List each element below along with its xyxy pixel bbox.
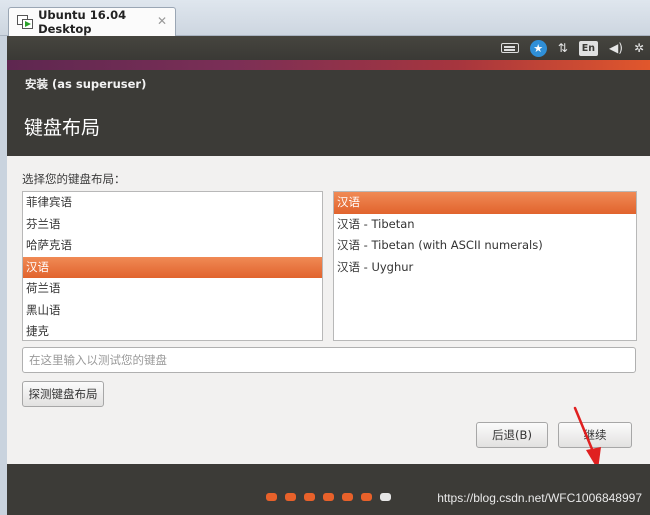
host-tab-title: Ubuntu 16.04 Desktop: [38, 8, 127, 36]
variant-list-item[interactable]: 汉语: [334, 192, 636, 214]
detect-keyboard-layout-button[interactable]: 探测键盘布局: [22, 381, 104, 407]
accessibility-icon[interactable]: ★: [529, 39, 547, 57]
keyboard-layout-prompt: 选择您的键盘布局：: [22, 172, 126, 186]
vm-screen: ★ ⇅ En ◀) ✲ 安装 (as superuser) 键盘布局 选择您的键…: [7, 36, 650, 515]
close-icon[interactable]: ✕: [157, 14, 167, 28]
host-tab-ubuntu[interactable]: Ubuntu 16.04 Desktop ✕: [8, 7, 176, 36]
layout-list-item[interactable]: 汉语: [23, 256, 322, 278]
network-icon[interactable]: ⇅: [558, 39, 568, 57]
watermark-url: https://blog.csdn.net/WFC1006848997: [437, 491, 642, 505]
window-title: 安装 (as superuser): [25, 77, 147, 91]
installer-content: 选择您的键盘布局： 菲律宾语 芬兰语 哈萨克语 汉语 荷兰语 黑山语 捷克 汉语 汉语 - T…: [7, 156, 650, 470]
host-tab-bar: Ubuntu 16.04 Desktop ✕: [0, 0, 650, 36]
variant-list-item[interactable]: 汉语 - Tibetan (with ASCII numerals): [334, 235, 636, 257]
progress-dot: [285, 493, 296, 501]
page-title: 键盘布局: [24, 117, 101, 139]
installer-header: 安装 (as superuser) 键盘布局: [7, 70, 650, 156]
keyboard-layout-list[interactable]: 菲律宾语 芬兰语 哈萨克语 汉语 荷兰语 黑山语 捷克: [22, 191, 323, 341]
variant-list-item[interactable]: 汉语 - Uyghur: [334, 257, 636, 279]
settings-gear-icon[interactable]: ✲: [634, 39, 644, 57]
ubuntu-top-panel: ★ ⇅ En ◀) ✲: [7, 36, 650, 60]
back-button[interactable]: 后退(B): [476, 422, 548, 448]
progress-dot: [323, 493, 334, 501]
layout-list-item[interactable]: 荷兰语: [23, 278, 322, 300]
progress-dot: [266, 493, 277, 501]
layout-list-item[interactable]: 哈萨克语: [23, 235, 322, 257]
volume-icon[interactable]: ◀): [609, 39, 623, 57]
layout-list-item[interactable]: 黑山语: [23, 300, 322, 322]
system-tray: ★ ⇅ En ◀) ✲: [500, 39, 644, 57]
keyboard-test-input[interactable]: [22, 347, 636, 373]
progress-dot: [380, 493, 391, 501]
layout-list-item[interactable]: 芬兰语: [23, 214, 322, 236]
keyboard-variant-list[interactable]: 汉语 汉语 - Tibetan 汉语 - Tibetan (with ASCII n…: [333, 191, 637, 341]
progress-dot: [342, 493, 353, 501]
keyboard-icon[interactable]: [500, 43, 519, 53]
progress-dot: [361, 493, 372, 501]
progress-dot: [304, 493, 315, 501]
wallpaper-strip: [7, 60, 650, 70]
progress-dots: [266, 493, 391, 501]
installer-progress-strip: https://blog.csdn.net/WFC1006848997: [7, 464, 650, 515]
virtual-machine-icon: [17, 15, 33, 29]
annotation-arrow-icon: [573, 406, 601, 470]
input-method-indicator[interactable]: En: [578, 40, 599, 56]
layout-list-item[interactable]: 菲律宾语: [23, 192, 322, 214]
variant-list-item[interactable]: 汉语 - Tibetan: [334, 214, 636, 236]
layout-list-item[interactable]: 捷克: [23, 321, 322, 340]
